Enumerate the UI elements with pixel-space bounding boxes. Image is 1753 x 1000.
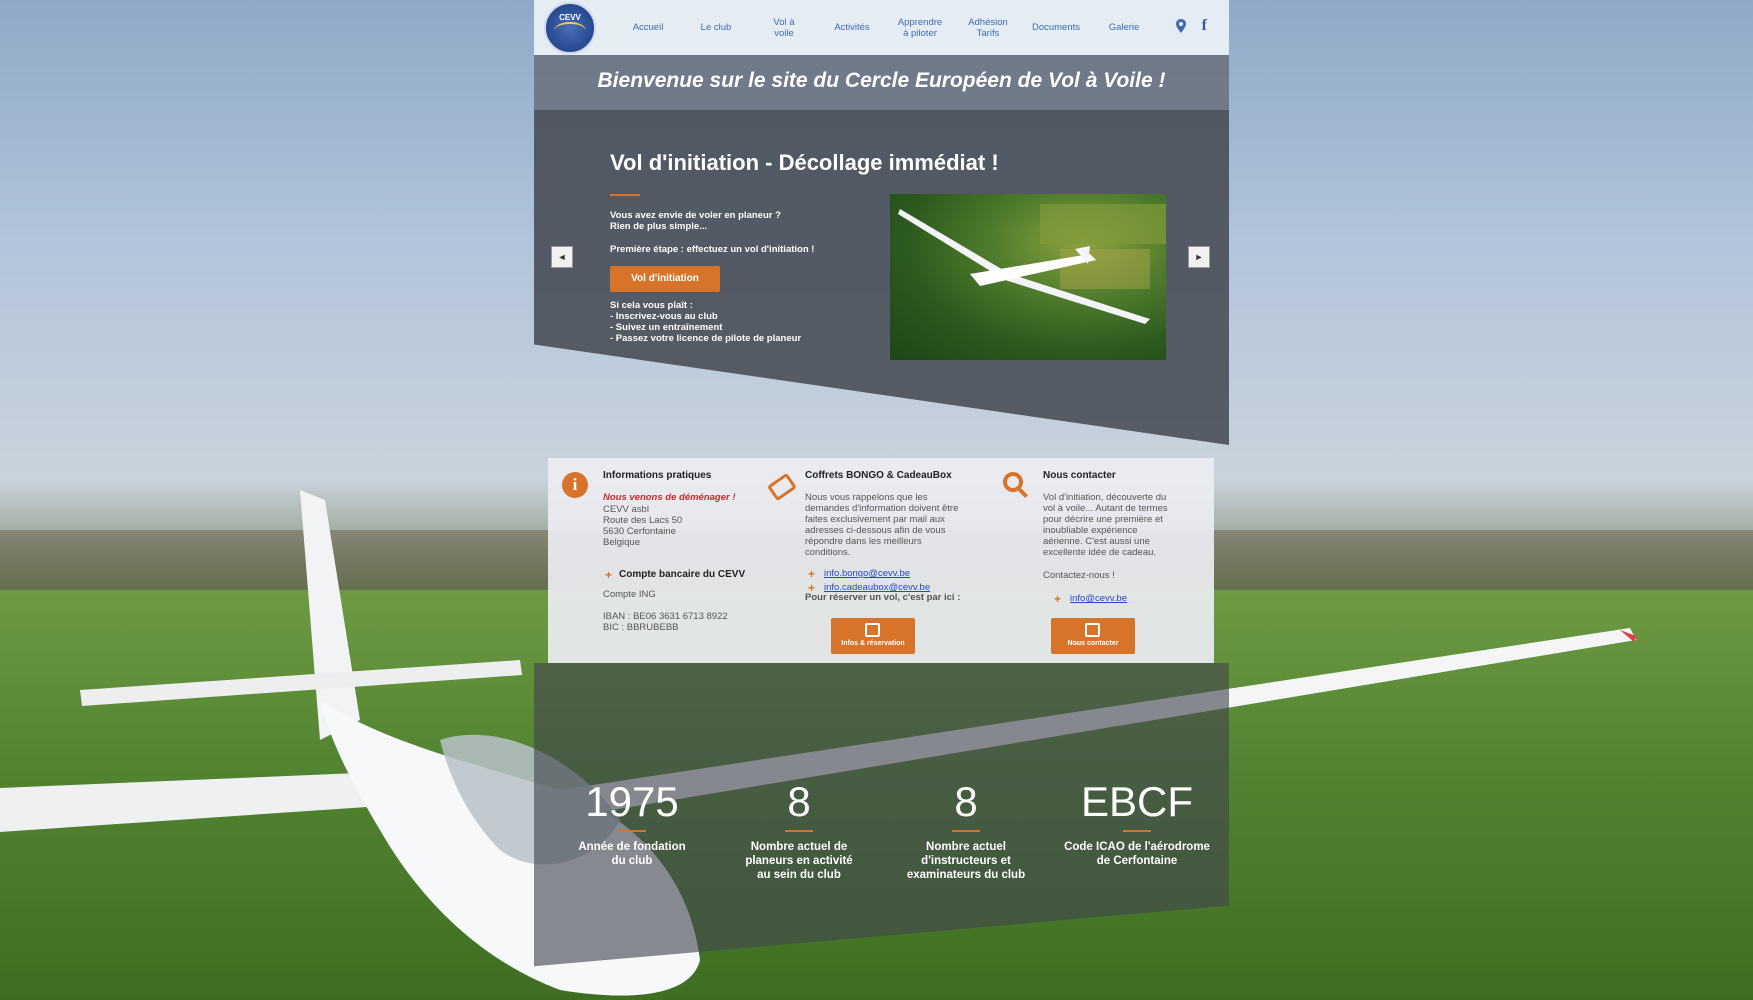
nous-contacter-button[interactable]: Nous contacter: [1051, 618, 1135, 654]
infos-reservation-label: Infos & réservation: [841, 640, 905, 647]
plus-icon: +: [605, 568, 613, 582]
slider-prev-button[interactable]: ◄: [551, 246, 573, 268]
club-address: CEVV asbl Route des Lacs 50 5630 Cerfont…: [603, 504, 683, 548]
nav-item-galerie[interactable]: Galerie: [1090, 22, 1158, 33]
stat-instructors: 8 Nombre actuel d'instructeurs et examin…: [886, 778, 1046, 882]
bank-name: Compte ING: [603, 589, 656, 600]
nav-icons: f: [1175, 17, 1207, 35]
stat-underline: [785, 830, 813, 832]
welcome-title: Bienvenue sur le site du Cercle Européen…: [597, 69, 1166, 92]
stat-foundation-year: 1975 Année de fondation du club: [552, 778, 712, 868]
bank-details: IBAN : BE06 3631 6713 8922 BIC : BBRUBEB…: [603, 611, 728, 633]
map-pin-icon[interactable]: [1175, 19, 1186, 33]
coffrets-heading: Coffrets BONGO & CadeauBox: [805, 470, 952, 481]
info-column-contact: Nous contacter Vol d'initiation, découve…: [993, 458, 1214, 663]
slide-title: Vol d'initiation - Décollage immédiat !: [610, 150, 999, 175]
vol-initiation-button[interactable]: Vol d'initiation: [610, 266, 720, 292]
plus-icon: +: [1054, 592, 1062, 606]
contact-text: Vol d'initiation, découverte du vol à vo…: [1043, 492, 1168, 558]
contact-cta: Contactez-nous !: [1043, 570, 1115, 581]
logo-text: CEVV: [559, 13, 581, 22]
calendar-icon: [865, 623, 880, 637]
email-link-contact[interactable]: info@cevv.be: [1070, 593, 1127, 604]
stat-gliders: 8 Nombre actuel de planeurs en activité …: [719, 778, 879, 882]
stat-value: 1975: [585, 778, 679, 825]
nav-item-accueil[interactable]: Accueil: [614, 22, 682, 33]
info-column-practical: i Informations pratiques Nous venons de …: [548, 458, 768, 663]
cevv-logo[interactable]: CEVV: [544, 2, 596, 54]
facebook-icon[interactable]: f: [1202, 17, 1207, 35]
practical-heading: Informations pratiques: [603, 470, 712, 481]
slider-next-button[interactable]: ►: [1188, 246, 1210, 268]
stat-underline: [952, 830, 980, 832]
stat-icao-code: EBCF Code ICAO de l'aérodrome de Cerfont…: [1052, 778, 1222, 868]
stat-underline: [1123, 830, 1151, 832]
reserve-text: Pour réserver un vol, c'est par ici :: [805, 592, 961, 603]
plus-icon: +: [808, 567, 816, 581]
bank-heading: Compte bancaire du CEVV: [619, 569, 746, 580]
slide-intro: Vous avez envie de voler en planeur ? Ri…: [610, 210, 781, 232]
coffrets-text: Nous vous rappelons que les demandes d'i…: [805, 492, 959, 558]
slide-step: Première étape : effectuez un vol d'init…: [610, 244, 815, 255]
stat-value: EBCF: [1080, 778, 1193, 825]
stat-underline: [618, 830, 646, 832]
email-link-bongo[interactable]: info.bongo@cevv.be: [824, 568, 910, 579]
top-navigation-bar: CEVV Accueil Le club Vol à voile Activit…: [534, 0, 1229, 55]
nous-contacter-label: Nous contacter: [1067, 640, 1119, 647]
nav-item-adhesion-tarifs[interactable]: Adhésion Tarifs: [954, 17, 1022, 39]
main-column: CEVV Accueil Le club Vol à voile Activit…: [534, 0, 1229, 1000]
logo-stars-ring: [554, 22, 586, 40]
slide-title-underline: [610, 194, 640, 196]
info-icon: i: [562, 472, 588, 498]
stats-band: 1975 Année de fondation du club 8 Nombre…: [534, 663, 1229, 967]
info-column-coffrets: Coffrets BONGO & CadeauBox Nous vous rap…: [767, 458, 988, 663]
contact-heading: Nous contacter: [1043, 470, 1116, 481]
edit-icon: [1085, 623, 1100, 637]
stat-value: 8: [954, 778, 978, 825]
nav-item-documents[interactable]: Documents: [1022, 22, 1090, 33]
stat-label: Année de fondation du club: [578, 841, 686, 867]
stat-value: 8: [787, 778, 811, 825]
nav-item-vol-a-voile[interactable]: Vol à voile: [750, 17, 818, 39]
welcome-banner: Bienvenue sur le site du Cercle Européen…: [534, 55, 1229, 110]
main-nav: Accueil Le club Vol à voile Activités Ap…: [614, 0, 1158, 55]
info-panel: i Informations pratiques Nous venons de …: [548, 458, 1214, 663]
infos-reservation-button[interactable]: Infos & réservation: [831, 618, 915, 654]
stat-label: Nombre actuel d'instructeurs et examinat…: [906, 841, 1026, 881]
slide-next-steps: Si cela vous plaît : - Inscrivez-vous au…: [610, 300, 802, 344]
stat-label: Nombre actuel de planeurs en activité au…: [745, 841, 853, 881]
ticket-icon: [767, 472, 797, 502]
slide-glider-photo: [890, 194, 1166, 360]
search-icon-handle: [1018, 488, 1028, 498]
nav-item-apprendre-a-piloter[interactable]: Apprendre à piloter: [886, 17, 954, 39]
hero-slider: Vol d'initiation - Décollage immédiat ! …: [534, 110, 1229, 445]
nav-item-le-club[interactable]: Le club: [682, 22, 750, 33]
glider-photo-drawing: [898, 204, 1166, 324]
nav-item-activites[interactable]: Activités: [818, 22, 886, 33]
stat-label: Code ICAO de l'aérodrome de Cerfontaine: [1064, 841, 1210, 867]
moved-notice: Nous venons de déménager !: [603, 492, 736, 503]
